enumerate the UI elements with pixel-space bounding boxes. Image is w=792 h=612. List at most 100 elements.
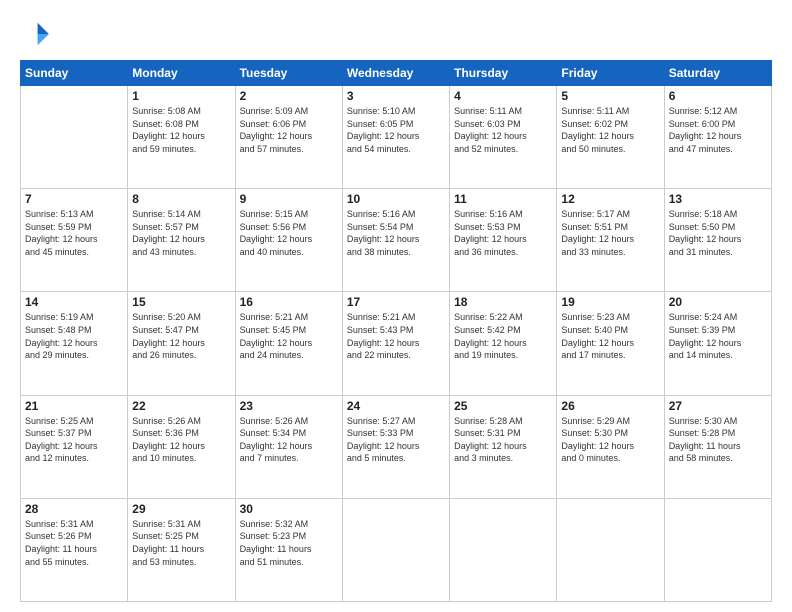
calendar-cell: 29 Sunrise: 5:31 AM Sunset: 5:25 PM Dayli… (128, 498, 235, 601)
calendar-cell: 16Sunrise: 5:21 AM Sunset: 5:45 PM Dayli… (235, 292, 342, 395)
day-info: Sunrise: 5:13 AM Sunset: 5:59 PM Dayligh… (25, 208, 123, 258)
day-number: 4 (454, 89, 552, 103)
calendar-header-thursday: Thursday (450, 61, 557, 86)
day-number: 29 (132, 502, 230, 516)
day-info: Sunrise: 5:19 AM Sunset: 5:48 PM Dayligh… (25, 311, 123, 361)
day-number: 30 (240, 502, 338, 516)
calendar-cell: 15 Sunrise: 5:20 AM Sunset: 5:47 PM Dayli… (128, 292, 235, 395)
day-info: Sunrise: 5:15 AM Sunset: 5:56 PM Dayligh… (240, 208, 338, 258)
page: SundayMondayTuesdayWednesdayThursdayFrid… (0, 0, 792, 612)
day-number: 11 (454, 192, 552, 206)
calendar-cell: 24 Sunrise: 5:27 AM Sunset: 5:33 PM Dayli… (342, 395, 449, 498)
day-number: 25 (454, 399, 552, 413)
calendar-cell: 25 Sunrise: 5:28 AM Sunset: 5:31 PM Dayli… (450, 395, 557, 498)
calendar-cell: 22 Sunrise: 5:26 AM Sunset: 5:36 PM Dayli… (128, 395, 235, 498)
day-info: Sunrise: 5:11 AM Sunset: 6:03 PM Dayligh… (454, 105, 552, 155)
day-number: 9 (240, 192, 338, 206)
day-info: Sunrise: 5:16 AM Sunset: 5:54 PM Dayligh… (347, 208, 445, 258)
day-number: 17 (347, 295, 445, 309)
calendar-cell (664, 498, 771, 601)
day-number: 19 (561, 295, 659, 309)
logo (20, 18, 56, 50)
day-number: 8 (132, 192, 230, 206)
day-number: 21 (25, 399, 123, 413)
logo-icon (20, 18, 52, 50)
week-row-2: 7 Sunrise: 5:13 AM Sunset: 5:59 PM Daylig… (21, 189, 772, 292)
day-info: Sunrise: 5:26 AM Sunset: 5:34 PM Dayligh… (240, 415, 338, 465)
calendar-cell (342, 498, 449, 601)
day-number: 23 (240, 399, 338, 413)
calendar-cell: 18 Sunrise: 5:22 AM Sunset: 5:42 PM Dayli… (450, 292, 557, 395)
day-info: Sunrise: 5:29 AM Sunset: 5:30 PM Dayligh… (561, 415, 659, 465)
day-number: 13 (669, 192, 767, 206)
day-number: 26 (561, 399, 659, 413)
calendar-header-monday: Monday (128, 61, 235, 86)
calendar-cell (450, 498, 557, 601)
calendar-cell: 9 Sunrise: 5:15 AM Sunset: 5:56 PM Daylig… (235, 189, 342, 292)
day-number: 3 (347, 89, 445, 103)
day-info: Sunrise: 5:11 AM Sunset: 6:02 PM Dayligh… (561, 105, 659, 155)
calendar-cell: 4 Sunrise: 5:11 AM Sunset: 6:03 PM Daylig… (450, 86, 557, 189)
day-info: Sunrise: 5:16 AM Sunset: 5:53 PM Dayligh… (454, 208, 552, 258)
calendar-cell: 8 Sunrise: 5:14 AM Sunset: 5:57 PM Daylig… (128, 189, 235, 292)
day-info: Sunrise: 5:28 AM Sunset: 5:31 PM Dayligh… (454, 415, 552, 465)
day-info: Sunrise: 5:22 AM Sunset: 5:42 PM Dayligh… (454, 311, 552, 361)
day-number: 5 (561, 89, 659, 103)
calendar-cell: 6Sunrise: 5:12 AM Sunset: 6:00 PM Daylig… (664, 86, 771, 189)
day-info: Sunrise: 5:20 AM Sunset: 5:47 PM Dayligh… (132, 311, 230, 361)
day-number: 20 (669, 295, 767, 309)
day-info: Sunrise: 5:31 AM Sunset: 5:26 PM Dayligh… (25, 518, 123, 568)
day-info: Sunrise: 5:18 AM Sunset: 5:50 PM Dayligh… (669, 208, 767, 258)
day-info: Sunrise: 5:14 AM Sunset: 5:57 PM Dayligh… (132, 208, 230, 258)
calendar-cell: 30 Sunrise: 5:32 AM Sunset: 5:23 PM Dayli… (235, 498, 342, 601)
calendar-cell: 27Sunrise: 5:30 AM Sunset: 5:28 PM Dayli… (664, 395, 771, 498)
calendar-cell: 7 Sunrise: 5:13 AM Sunset: 5:59 PM Daylig… (21, 189, 128, 292)
calendar-cell: 28 Sunrise: 5:31 AM Sunset: 5:26 PM Dayli… (21, 498, 128, 601)
calendar-cell (557, 498, 664, 601)
day-number: 1 (132, 89, 230, 103)
day-info: Sunrise: 5:26 AM Sunset: 5:36 PM Dayligh… (132, 415, 230, 465)
day-info: Sunrise: 5:24 AM Sunset: 5:39 PM Dayligh… (669, 311, 767, 361)
day-info: Sunrise: 5:21 AM Sunset: 5:45 PM Dayligh… (240, 311, 338, 361)
day-number: 22 (132, 399, 230, 413)
calendar-cell: 3Sunrise: 5:10 AM Sunset: 6:05 PM Daylig… (342, 86, 449, 189)
day-info: Sunrise: 5:31 AM Sunset: 5:25 PM Dayligh… (132, 518, 230, 568)
calendar-header-row: SundayMondayTuesdayWednesdayThursdayFrid… (21, 61, 772, 86)
calendar-cell (21, 86, 128, 189)
day-number: 15 (132, 295, 230, 309)
calendar-cell: 19 Sunrise: 5:23 AM Sunset: 5:40 PM Dayli… (557, 292, 664, 395)
calendar-cell: 14Sunrise: 5:19 AM Sunset: 5:48 PM Dayli… (21, 292, 128, 395)
calendar-cell: 23 Sunrise: 5:26 AM Sunset: 5:34 PM Dayli… (235, 395, 342, 498)
calendar-cell: 17Sunrise: 5:21 AM Sunset: 5:43 PM Dayli… (342, 292, 449, 395)
calendar-cell: 21 Sunrise: 5:25 AM Sunset: 5:37 PM Dayli… (21, 395, 128, 498)
day-info: Sunrise: 5:25 AM Sunset: 5:37 PM Dayligh… (25, 415, 123, 465)
calendar-cell: 10 Sunrise: 5:16 AM Sunset: 5:54 PM Dayli… (342, 189, 449, 292)
day-number: 24 (347, 399, 445, 413)
week-row-1: 1 Sunrise: 5:08 AM Sunset: 6:08 PM Daylig… (21, 86, 772, 189)
day-number: 10 (347, 192, 445, 206)
day-info: Sunrise: 5:27 AM Sunset: 5:33 PM Dayligh… (347, 415, 445, 465)
day-info: Sunrise: 5:32 AM Sunset: 5:23 PM Dayligh… (240, 518, 338, 568)
calendar-header-wednesday: Wednesday (342, 61, 449, 86)
calendar-cell: 13 Sunrise: 5:18 AM Sunset: 5:50 PM Dayli… (664, 189, 771, 292)
day-number: 27 (669, 399, 767, 413)
calendar-header-sunday: Sunday (21, 61, 128, 86)
calendar-cell: 2Sunrise: 5:09 AM Sunset: 6:06 PM Daylig… (235, 86, 342, 189)
calendar: SundayMondayTuesdayWednesdayThursdayFrid… (20, 60, 772, 602)
week-row-5: 28 Sunrise: 5:31 AM Sunset: 5:26 PM Dayli… (21, 498, 772, 601)
header (20, 18, 772, 50)
calendar-cell: 5 Sunrise: 5:11 AM Sunset: 6:02 PM Daylig… (557, 86, 664, 189)
calendar-header-tuesday: Tuesday (235, 61, 342, 86)
day-number: 28 (25, 502, 123, 516)
day-info: Sunrise: 5:08 AM Sunset: 6:08 PM Dayligh… (132, 105, 230, 155)
week-row-3: 14Sunrise: 5:19 AM Sunset: 5:48 PM Dayli… (21, 292, 772, 395)
day-number: 12 (561, 192, 659, 206)
calendar-cell: 26 Sunrise: 5:29 AM Sunset: 5:30 PM Dayli… (557, 395, 664, 498)
day-info: Sunrise: 5:23 AM Sunset: 5:40 PM Dayligh… (561, 311, 659, 361)
calendar-cell: 1 Sunrise: 5:08 AM Sunset: 6:08 PM Daylig… (128, 86, 235, 189)
calendar-cell: 12Sunrise: 5:17 AM Sunset: 5:51 PM Dayli… (557, 189, 664, 292)
calendar-cell: 20 Sunrise: 5:24 AM Sunset: 5:39 PM Dayli… (664, 292, 771, 395)
day-number: 18 (454, 295, 552, 309)
calendar-header-friday: Friday (557, 61, 664, 86)
day-number: 7 (25, 192, 123, 206)
